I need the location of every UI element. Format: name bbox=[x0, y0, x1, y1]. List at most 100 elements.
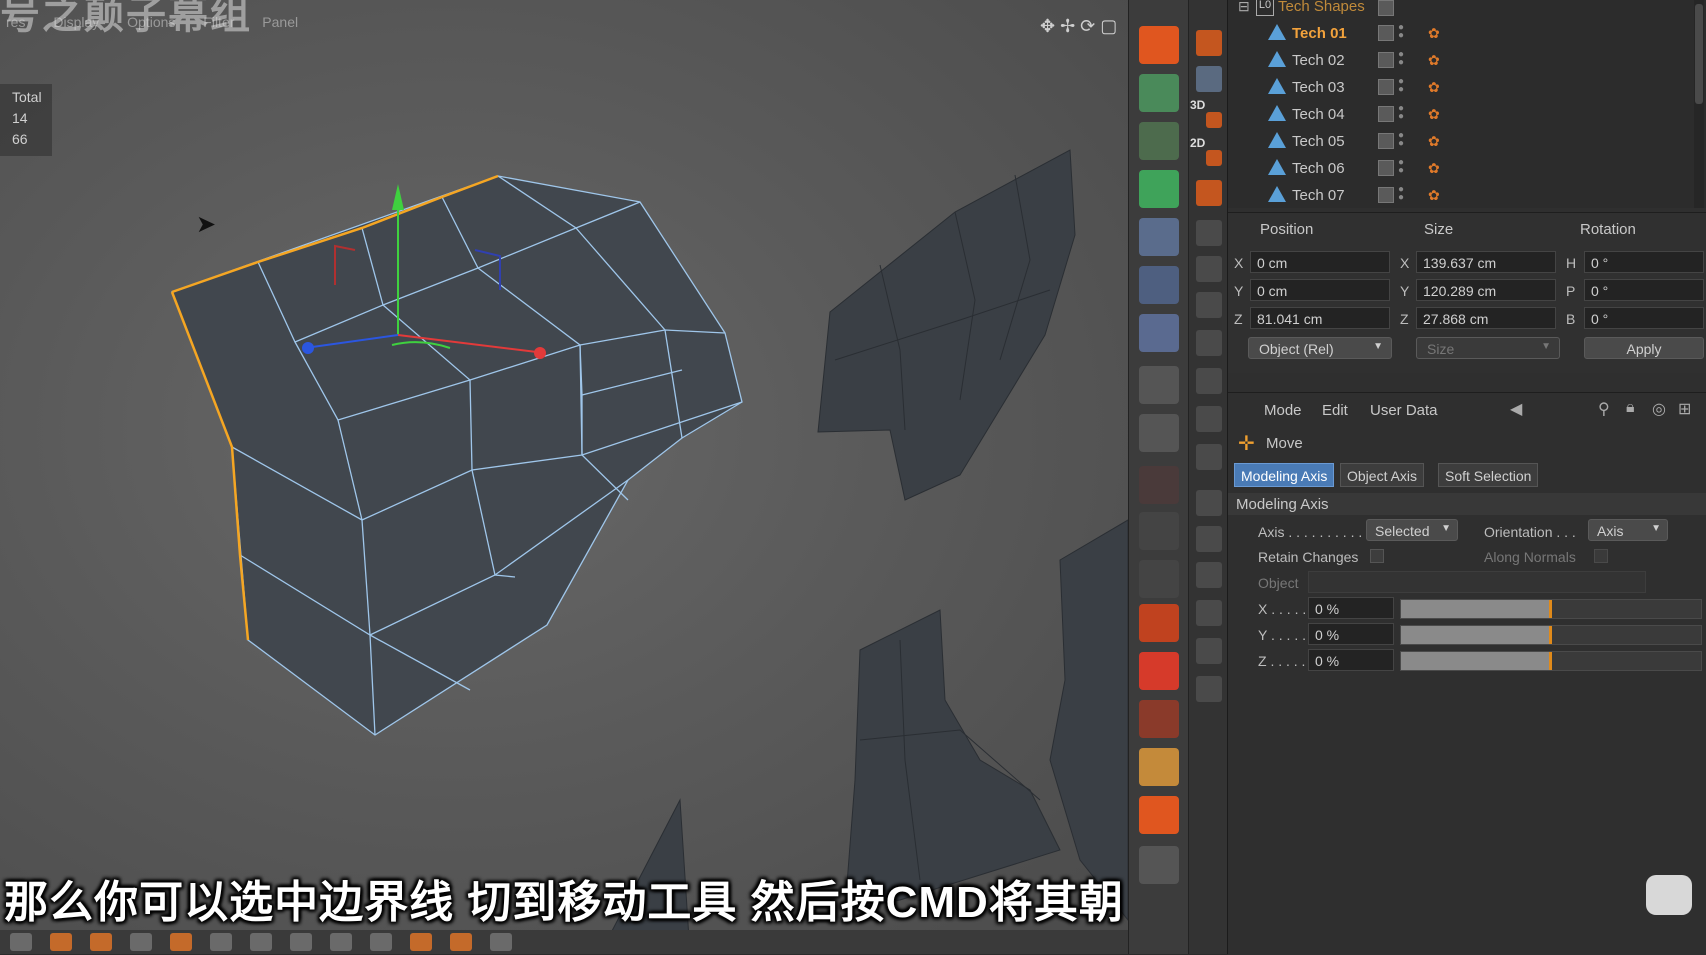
object-link-field[interactable] bbox=[1308, 571, 1646, 593]
snap-3d-icon[interactable] bbox=[1206, 112, 1222, 128]
position-z-field[interactable]: 81.041 cm bbox=[1250, 307, 1390, 329]
knife-icon[interactable] bbox=[250, 933, 272, 951]
axis-dropdown[interactable]: Selected ▼ bbox=[1366, 519, 1458, 541]
tag-icon[interactable]: ✿ bbox=[1428, 187, 1444, 203]
search-icon[interactable]: ⚲ bbox=[1598, 399, 1610, 419]
along-normals-checkbox[interactable] bbox=[1594, 549, 1608, 563]
array-icon[interactable] bbox=[410, 933, 432, 951]
edit-checkbox[interactable] bbox=[1378, 133, 1394, 149]
om-row-tech-03[interactable]: Tech 03 ● ● ✿ bbox=[1228, 74, 1690, 100]
tag-icon[interactable]: ✿ bbox=[1428, 133, 1444, 149]
rotate-tool-icon[interactable] bbox=[1196, 66, 1222, 92]
snap-icon[interactable] bbox=[1139, 652, 1179, 690]
dots-mode-icon[interactable] bbox=[1139, 512, 1179, 550]
om-row-tech-04[interactable]: Tech 04 ● ● ✿ bbox=[1228, 101, 1690, 127]
tag-icon[interactable]: ✿ bbox=[1428, 52, 1444, 68]
edges-mode-icon[interactable] bbox=[1139, 414, 1179, 452]
om-scrollbar[interactable] bbox=[1694, 0, 1704, 208]
timer-icon[interactable] bbox=[1196, 180, 1222, 206]
attr-menu-mode[interactable]: Mode bbox=[1264, 402, 1302, 419]
position-y-field[interactable]: 0 cm bbox=[1250, 279, 1390, 301]
model-mode-icon[interactable] bbox=[1139, 26, 1179, 64]
slider-z[interactable] bbox=[1400, 651, 1702, 671]
apply-button[interactable]: Apply bbox=[1584, 337, 1704, 359]
uvw-mode-icon[interactable] bbox=[1139, 266, 1179, 304]
mesh-geometry[interactable] bbox=[0, 0, 1128, 954]
om-row-tech-01[interactable]: Tech 01 ● ● ✿ bbox=[1228, 20, 1690, 46]
visibility-dots[interactable]: ● ● bbox=[1398, 185, 1404, 203]
tool-icon-e[interactable] bbox=[1196, 368, 1222, 394]
slider-z-field[interactable]: 0 % bbox=[1308, 649, 1394, 671]
recycle-icon[interactable] bbox=[1139, 796, 1179, 834]
snap-2d-icon[interactable] bbox=[1206, 150, 1222, 166]
visibility-dots[interactable]: ● ● bbox=[1398, 104, 1404, 122]
tweak-mode-icon[interactable] bbox=[1139, 604, 1179, 642]
om-row-tech-07[interactable]: Tech 07 ● ● ✿ bbox=[1228, 182, 1690, 208]
bevel-icon[interactable] bbox=[210, 933, 232, 951]
visibility-dots[interactable]: ● ● bbox=[1398, 23, 1404, 41]
size-z-field[interactable]: 27.868 cm bbox=[1416, 307, 1556, 329]
tab-soft-selection[interactable]: Soft Selection bbox=[1438, 463, 1539, 487]
points-mode-icon[interactable] bbox=[1139, 366, 1179, 404]
grid-icon[interactable] bbox=[1139, 314, 1179, 352]
new-window-icon[interactable]: ⊞ bbox=[1678, 399, 1691, 419]
tool-icon-l[interactable] bbox=[1196, 638, 1222, 664]
tool-icon-j[interactable] bbox=[1196, 562, 1222, 588]
edit-checkbox[interactable] bbox=[1378, 160, 1394, 176]
slider-x[interactable] bbox=[1400, 599, 1702, 619]
visibility-dots[interactable]: ● ● bbox=[1398, 131, 1404, 149]
tool-icon[interactable] bbox=[10, 933, 32, 951]
attr-menu-user-data[interactable]: User Data bbox=[1370, 402, 1438, 419]
parent-visibility-checkbox[interactable] bbox=[1378, 0, 1394, 16]
lock-icon[interactable]: 🔒︎ bbox=[1626, 399, 1635, 417]
visibility-dots[interactable]: ● ● bbox=[1398, 158, 1404, 176]
slider-x-field[interactable]: 0 % bbox=[1308, 597, 1394, 619]
texture-mode-icon[interactable] bbox=[1139, 74, 1179, 112]
sculpt-icon[interactable] bbox=[1139, 700, 1179, 738]
tab-modeling-axis[interactable]: Modeling Axis bbox=[1234, 463, 1335, 487]
tool-icon-c[interactable] bbox=[1196, 292, 1222, 318]
rotation-b-field[interactable]: 0 ° bbox=[1584, 307, 1704, 329]
axis-mode-icon[interactable] bbox=[1139, 560, 1179, 598]
move-tool-icon[interactable] bbox=[1196, 30, 1222, 56]
position-x-field[interactable]: 0 cm bbox=[1250, 251, 1390, 273]
box-icon[interactable] bbox=[170, 933, 192, 951]
collapse-icon[interactable]: ⊟ bbox=[1238, 0, 1250, 15]
edit-checkbox[interactable] bbox=[1378, 79, 1394, 95]
visibility-dots[interactable]: ● ● bbox=[1398, 50, 1404, 68]
object-mode-icon[interactable] bbox=[1139, 170, 1179, 208]
tool-icon-d[interactable] bbox=[1196, 330, 1222, 356]
spline-icon[interactable] bbox=[130, 933, 152, 951]
bottom-toolbar[interactable] bbox=[0, 930, 1128, 954]
orientation-dropdown[interactable]: Axis ▼ bbox=[1588, 519, 1668, 541]
bridge-icon[interactable] bbox=[290, 933, 312, 951]
animation-mode-icon[interactable] bbox=[1139, 218, 1179, 256]
attr-menu-edit[interactable]: Edit bbox=[1322, 402, 1348, 419]
cloner-icon[interactable] bbox=[450, 933, 472, 951]
edit-checkbox[interactable] bbox=[1378, 52, 1394, 68]
back-arrow-icon[interactable]: ◀ bbox=[1510, 399, 1522, 419]
tool-icon-g[interactable] bbox=[1196, 444, 1222, 470]
om-parent-label[interactable]: Tech Shapes bbox=[1278, 0, 1365, 15]
slider-y[interactable] bbox=[1400, 625, 1702, 645]
rotation-h-field[interactable]: 0 ° bbox=[1584, 251, 1704, 273]
tool-icon-b[interactable] bbox=[1196, 256, 1222, 282]
extrude-icon[interactable] bbox=[330, 933, 352, 951]
tool-icon-h[interactable] bbox=[1196, 490, 1222, 516]
pattern-icon[interactable] bbox=[1139, 748, 1179, 786]
rotation-p-field[interactable]: 0 ° bbox=[1584, 279, 1704, 301]
tag-icon[interactable]: ✿ bbox=[1428, 79, 1444, 95]
edit-checkbox[interactable] bbox=[1378, 25, 1394, 41]
size-y-field[interactable]: 120.289 cm bbox=[1416, 279, 1556, 301]
om-row-tech-02[interactable]: Tech 02 ● ● ✿ bbox=[1228, 47, 1690, 73]
weld-icon[interactable] bbox=[490, 933, 512, 951]
target-icon[interactable]: ◎ bbox=[1652, 399, 1666, 419]
tool-icon-a[interactable] bbox=[1196, 220, 1222, 246]
tool-icon-f[interactable] bbox=[1196, 406, 1222, 432]
om-row-tech-06[interactable]: Tech 06 ● ● ✿ bbox=[1228, 155, 1690, 181]
visibility-dots[interactable]: ● ● bbox=[1398, 77, 1404, 95]
tag-icon[interactable]: ✿ bbox=[1428, 25, 1444, 41]
tag-icon[interactable]: ✿ bbox=[1428, 106, 1444, 122]
cube-icon[interactable] bbox=[50, 933, 72, 951]
om-row-tech-05[interactable]: Tech 05 ● ● ✿ bbox=[1228, 128, 1690, 154]
